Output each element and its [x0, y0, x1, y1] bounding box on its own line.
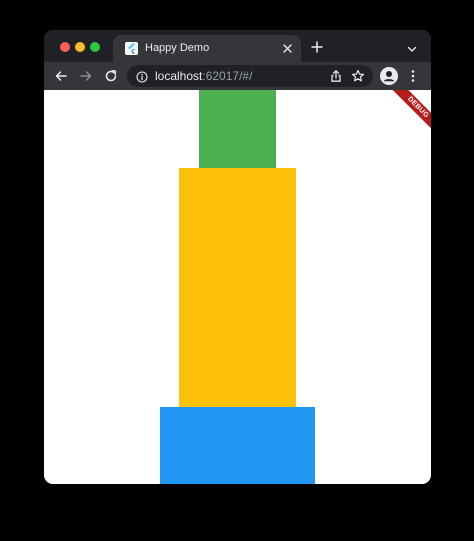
share-icon[interactable]: [329, 69, 343, 83]
maximize-window-button[interactable]: [90, 42, 100, 52]
arrow-left-icon[interactable]: [54, 69, 68, 83]
address-bar[interactable]: localhost:62017/#/: [127, 65, 373, 87]
kebab-menu-icon[interactable]: [406, 69, 420, 83]
tab-title: Happy Demo: [145, 42, 210, 54]
amber-box: [179, 168, 296, 407]
blue-box: [160, 407, 315, 484]
url-host: localhost: [155, 69, 203, 83]
tab-happy-demo[interactable]: Happy Demo: [113, 35, 301, 62]
browser-window: Happy Demo localhost:62017/#/ DEBUG: [44, 30, 431, 484]
green-box: [199, 90, 276, 168]
flutter-icon: [125, 42, 138, 55]
debug-banner: DEBUG: [389, 90, 431, 132]
page-viewport: DEBUG: [44, 90, 431, 484]
url-path: :62017/#/: [202, 69, 253, 83]
debug-banner-label: DEBUG: [389, 90, 431, 132]
close-window-button[interactable]: [60, 42, 70, 52]
reload-icon[interactable]: [104, 69, 118, 83]
star-icon[interactable]: [351, 69, 365, 83]
chevron-down-icon[interactable]: [406, 42, 418, 54]
person-icon[interactable]: [380, 67, 398, 85]
info-icon[interactable]: [136, 70, 148, 83]
browser-toolbar: localhost:62017/#/: [44, 62, 431, 90]
arrow-right-icon[interactable]: [79, 69, 93, 83]
tab-strip: Happy Demo: [44, 30, 431, 62]
url-text: localhost:62017/#/: [155, 69, 252, 83]
minimize-window-button[interactable]: [75, 42, 85, 52]
close-icon[interactable]: [281, 42, 294, 55]
plus-icon[interactable]: [310, 40, 324, 54]
